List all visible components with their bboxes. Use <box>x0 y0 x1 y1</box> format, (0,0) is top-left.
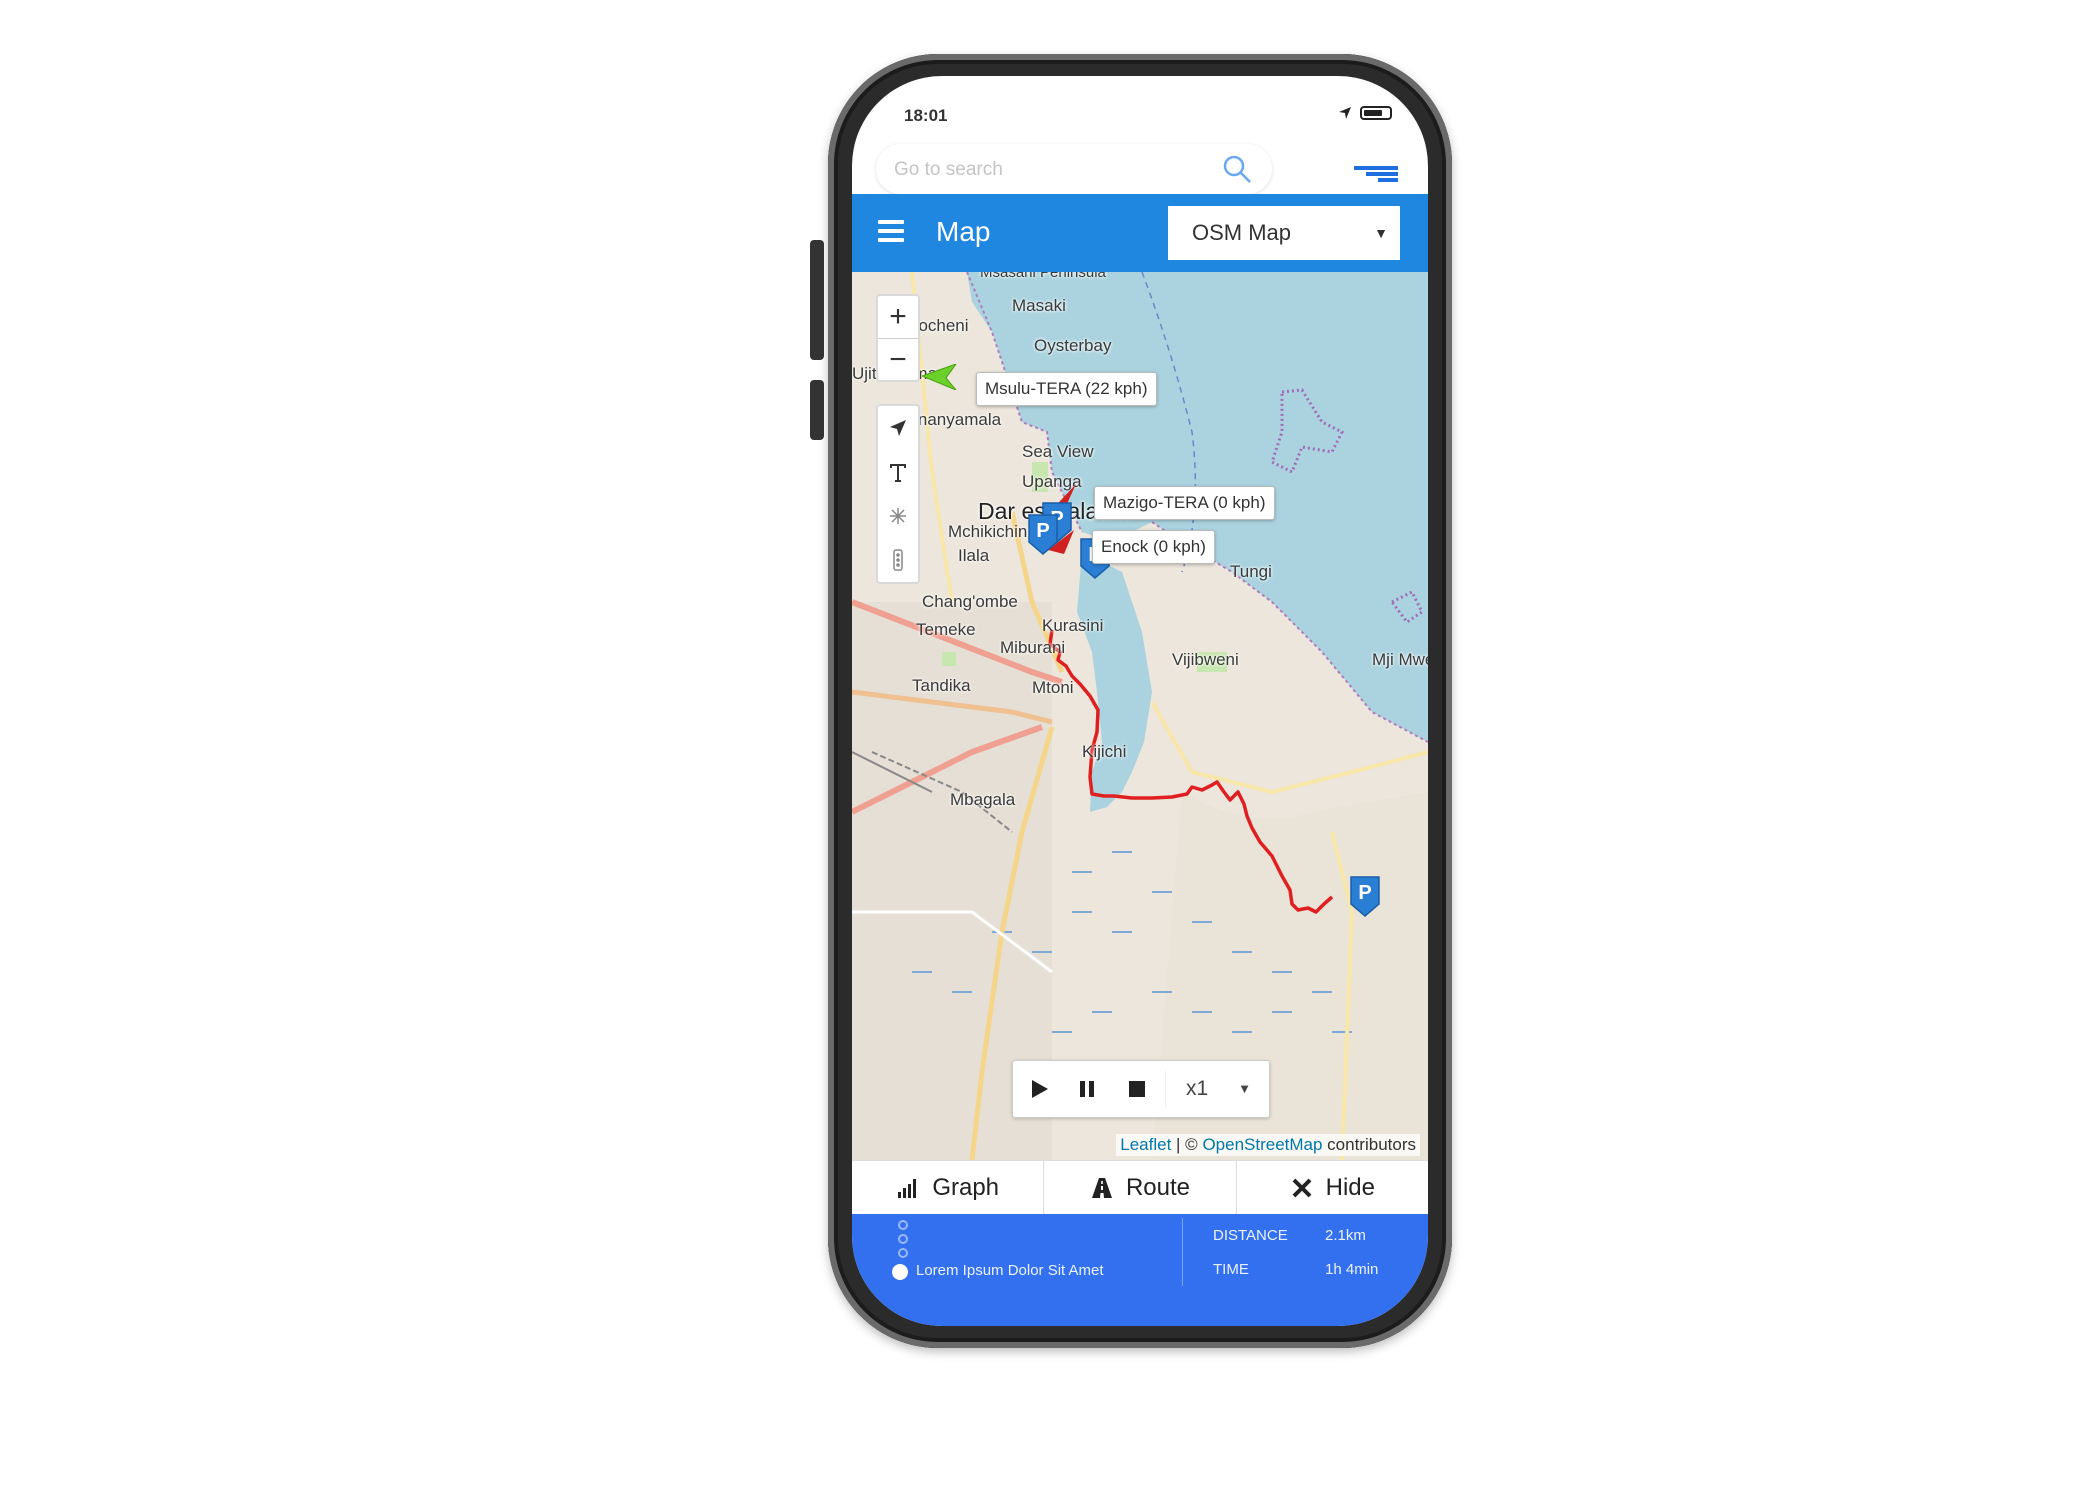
map-label: Mchikichini <box>948 522 1032 541</box>
tab-graph[interactable]: Graph <box>852 1161 1045 1215</box>
road-icon <box>1091 1178 1112 1198</box>
parking-marker-icon[interactable]: P <box>1348 874 1382 918</box>
summary-footer: Lorem Ipsum Dolor Sit Amet DISTANCE 2.1k… <box>852 1214 1428 1326</box>
map-view[interactable]: Msasani Peninsula Masaki Oysterbay Mikoc… <box>852 272 1428 1160</box>
trip-stats: DISTANCE 2.1km TIME 1h 4min <box>1182 1218 1378 1286</box>
phone-side-button <box>810 240 824 360</box>
sparkle-icon[interactable] <box>878 494 918 538</box>
text-icon[interactable] <box>878 450 918 494</box>
search-icon[interactable] <box>1222 154 1252 184</box>
playback-speed-select[interactable]: x1 ▼ <box>1165 1071 1261 1107</box>
zoom-out-button[interactable]: − <box>878 339 918 381</box>
traffic-light-icon[interactable] <box>878 538 918 582</box>
map-label: Oysterbay <box>1034 336 1112 355</box>
navigate-icon[interactable] <box>878 406 918 450</box>
search-input[interactable] <box>892 156 1196 184</box>
playback-speed-value: x1 <box>1186 1077 1209 1100</box>
legend-text: Lorem Ipsum Dolor Sit Amet <box>916 1262 1104 1279</box>
map-label: Msasani Peninsula <box>980 272 1106 281</box>
stat-label: TIME <box>1213 1260 1249 1278</box>
location-arrow-icon <box>1339 107 1351 119</box>
menu-icon[interactable] <box>878 220 904 242</box>
phone-side-button <box>810 380 824 440</box>
tab-hide[interactable]: Hide <box>1237 1161 1428 1215</box>
map-label: Mtoni <box>1032 678 1074 697</box>
status-icons <box>1338 106 1392 120</box>
tab-route[interactable]: Route <box>1044 1161 1237 1215</box>
pause-icon[interactable] <box>1073 1075 1101 1103</box>
phone-screen: 18:01 Map OSM Map ▼ <box>852 76 1428 1326</box>
vehicle-arrow-icon[interactable] <box>922 364 958 390</box>
close-icon <box>1292 1178 1312 1198</box>
map-tools <box>876 404 920 584</box>
map-type-select[interactable]: OSM Map ▼ <box>1168 206 1400 260</box>
map-label: Temeke <box>916 620 976 639</box>
tab-label: Hide <box>1325 1174 1375 1201</box>
map-label: Tungi <box>1230 562 1272 581</box>
map-label: Miburani <box>1000 638 1066 657</box>
chevron-down-icon: ▼ <box>1238 1081 1251 1096</box>
marker-label: P <box>1036 520 1049 542</box>
map-label: Kijichi <box>1082 742 1127 761</box>
stat-row: TIME 1h 4min <box>1213 1252 1378 1286</box>
stat-value: 2.1km <box>1325 1226 1366 1244</box>
leaflet-link[interactable]: Leaflet <box>1120 1135 1171 1154</box>
vehicle-tooltip: Enock (0 kph) <box>1092 530 1215 564</box>
zoom-control: + − <box>876 294 920 382</box>
map-label: Mbagala <box>950 790 1016 809</box>
map-label: Ilala <box>958 546 990 565</box>
map-label: Mji Mwema <box>1372 650 1428 669</box>
bar-chart-icon <box>898 1179 917 1198</box>
stat-row: DISTANCE 2.1km <box>1213 1218 1378 1252</box>
legend-dot <box>892 1264 908 1280</box>
stat-value: 1h 4min <box>1325 1260 1379 1278</box>
page-title: Map <box>936 216 991 247</box>
search-box[interactable] <box>876 144 1272 194</box>
playback-control: x1 ▼ <box>1012 1060 1270 1118</box>
map-label: Tandika <box>912 676 971 695</box>
map-label: Masaki <box>1012 296 1066 315</box>
stop-icon[interactable] <box>1123 1075 1151 1103</box>
map-label: Sea View <box>1022 442 1094 461</box>
battery-icon <box>1360 106 1392 120</box>
pager-dots <box>898 1220 910 1262</box>
parking-marker-icon[interactable]: P <box>1026 512 1060 556</box>
bottom-tabs: Graph Route Hide <box>852 1160 1428 1215</box>
chevron-down-icon: ▼ <box>1374 225 1388 241</box>
tab-label: Route <box>1125 1174 1191 1201</box>
osm-link[interactable]: OpenStreetMap <box>1202 1135 1322 1154</box>
map-attribution: Leaflet | © OpenStreetMap contributors <box>1116 1134 1420 1156</box>
map-label: Kurasini <box>1042 616 1104 635</box>
stat-label: DISTANCE <box>1213 1226 1288 1244</box>
status-time: 18:01 <box>904 106 948 125</box>
filter-icon[interactable] <box>1354 164 1398 186</box>
attribution-suffix: contributors <box>1322 1135 1416 1154</box>
vehicle-tooltip: Msulu-TERA (22 kph) <box>976 372 1157 406</box>
map-label: Chang'ombe <box>922 592 1018 611</box>
play-icon[interactable] <box>1025 1075 1053 1103</box>
map-type-value: OSM Map <box>1192 220 1292 245</box>
zoom-in-button[interactable]: + <box>878 296 918 339</box>
vehicle-tooltip: Mazigo-TERA (0 kph) <box>1094 486 1275 520</box>
marker-label: P <box>1358 882 1371 904</box>
tab-label: Graph <box>932 1174 1000 1201</box>
app-bar: Map OSM Map ▼ <box>852 194 1428 272</box>
map-label: Vijibweni <box>1172 650 1239 669</box>
attribution-separator: | © <box>1171 1135 1203 1154</box>
